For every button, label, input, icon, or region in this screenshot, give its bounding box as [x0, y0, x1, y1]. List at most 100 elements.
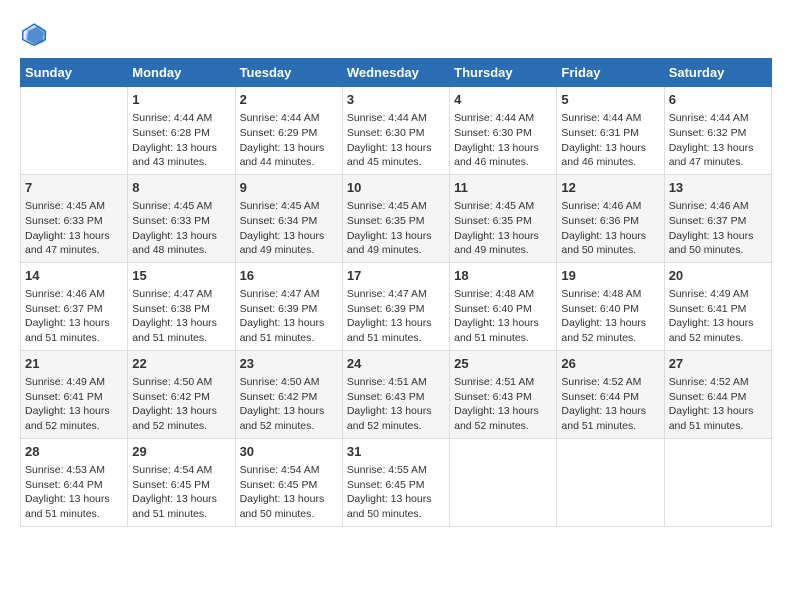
- day-of-week-header: Tuesday: [235, 59, 342, 87]
- day-detail: Sunrise: 4:49 AMSunset: 6:41 PMDaylight:…: [669, 287, 767, 346]
- calendar-cell: 15 Sunrise: 4:47 AMSunset: 6:38 PMDayligh…: [128, 262, 235, 350]
- page-header: [20, 20, 772, 48]
- calendar-cell: 25Sunrise: 4:51 AMSunset: 6:43 PMDayligh…: [450, 350, 557, 438]
- day-number: 11: [454, 179, 552, 197]
- calendar-cell: 18 Sunrise: 4:48 AMSunset: 6:40 PMDayligh…: [450, 262, 557, 350]
- day-detail: Sunrise: 4:45 AMSunset: 6:33 PMDaylight:…: [25, 199, 123, 258]
- day-detail: Sunrise: 4:48 AMSunset: 6:40 PMDaylight:…: [561, 287, 659, 346]
- day-number: 31: [347, 443, 445, 461]
- calendar-cell: 23Sunrise: 4:50 AMSunset: 6:42 PMDayligh…: [235, 350, 342, 438]
- day-detail: Sunrise: 4:45 AMSunset: 6:33 PMDaylight:…: [132, 199, 230, 258]
- day-detail: Sunrise: 4:44 AMSunset: 6:28 PMDaylight:…: [132, 111, 230, 170]
- calendar-header-row: SundayMondayTuesdayWednesdayThursdayFrid…: [21, 59, 772, 87]
- calendar-cell: 28 Sunrise: 4:53 AMSunset: 6:44 PMDayligh…: [21, 438, 128, 526]
- calendar-cell: 21Sunrise: 4:49 AMSunset: 6:41 PMDayligh…: [21, 350, 128, 438]
- calendar-cell: 31 Sunrise: 4:55 AMSunset: 6:45 PMDayligh…: [342, 438, 449, 526]
- day-number: 12: [561, 179, 659, 197]
- day-detail: Sunrise: 4:53 AMSunset: 6:44 PMDaylight:…: [25, 463, 123, 522]
- day-of-week-header: Saturday: [664, 59, 771, 87]
- calendar-cell: 26 Sunrise: 4:52 AMSunset: 6:44 PMDayligh…: [557, 350, 664, 438]
- day-detail: Sunrise: 4:50 AMSunset: 6:42 PMDaylight:…: [240, 375, 338, 434]
- day-number: 28: [25, 443, 123, 461]
- day-number: 4: [454, 91, 552, 109]
- calendar-cell: 29 Sunrise: 4:54 AMSunset: 6:45 PMDayligh…: [128, 438, 235, 526]
- day-detail: Sunrise: 4:44 AMSunset: 6:32 PMDaylight:…: [669, 111, 767, 170]
- day-number: 21: [25, 355, 123, 373]
- calendar-cell: 19 Sunrise: 4:48 AMSunset: 6:40 PMDayligh…: [557, 262, 664, 350]
- day-number: 29: [132, 443, 230, 461]
- calendar-cell: 9 Sunrise: 4:45 AMSunset: 6:34 PMDaylight…: [235, 174, 342, 262]
- day-number: 22: [132, 355, 230, 373]
- day-detail: Sunrise: 4:46 AMSunset: 6:37 PMDaylight:…: [669, 199, 767, 258]
- day-number: 26: [561, 355, 659, 373]
- day-detail: Sunrise: 4:47 AMSunset: 6:38 PMDaylight:…: [132, 287, 230, 346]
- day-detail: Sunrise: 4:55 AMSunset: 6:45 PMDaylight:…: [347, 463, 445, 522]
- day-number: 24: [347, 355, 445, 373]
- calendar-cell: 8 Sunrise: 4:45 AMSunset: 6:33 PMDaylight…: [128, 174, 235, 262]
- day-detail: Sunrise: 4:46 AMSunset: 6:37 PMDaylight:…: [25, 287, 123, 346]
- calendar-cell: 12 Sunrise: 4:46 AMSunset: 6:36 PMDayligh…: [557, 174, 664, 262]
- calendar-cell: 14 Sunrise: 4:46 AMSunset: 6:37 PMDayligh…: [21, 262, 128, 350]
- day-detail: Sunrise: 4:50 AMSunset: 6:42 PMDaylight:…: [132, 375, 230, 434]
- day-number: 13: [669, 179, 767, 197]
- calendar-cell: [21, 87, 128, 175]
- day-detail: Sunrise: 4:47 AMSunset: 6:39 PMDaylight:…: [240, 287, 338, 346]
- calendar-cell: 11 Sunrise: 4:45 AMSunset: 6:35 PMDayligh…: [450, 174, 557, 262]
- day-number: 5: [561, 91, 659, 109]
- calendar-table: SundayMondayTuesdayWednesdayThursdayFrid…: [20, 58, 772, 527]
- calendar-cell: [450, 438, 557, 526]
- day-of-week-header: Wednesday: [342, 59, 449, 87]
- day-number: 16: [240, 267, 338, 285]
- calendar-week-row: 7 Sunrise: 4:45 AMSunset: 6:33 PMDaylight…: [21, 174, 772, 262]
- calendar-cell: 5 Sunrise: 4:44 AMSunset: 6:31 PMDaylight…: [557, 87, 664, 175]
- day-detail: Sunrise: 4:52 AMSunset: 6:44 PMDaylight:…: [561, 375, 659, 434]
- calendar-cell: 27Sunrise: 4:52 AMSunset: 6:44 PMDayligh…: [664, 350, 771, 438]
- day-number: 30: [240, 443, 338, 461]
- day-detail: Sunrise: 4:54 AMSunset: 6:45 PMDaylight:…: [240, 463, 338, 522]
- day-detail: Sunrise: 4:44 AMSunset: 6:31 PMDaylight:…: [561, 111, 659, 170]
- day-detail: Sunrise: 4:51 AMSunset: 6:43 PMDaylight:…: [347, 375, 445, 434]
- day-detail: Sunrise: 4:48 AMSunset: 6:40 PMDaylight:…: [454, 287, 552, 346]
- day-detail: Sunrise: 4:47 AMSunset: 6:39 PMDaylight:…: [347, 287, 445, 346]
- calendar-cell: 13 Sunrise: 4:46 AMSunset: 6:37 PMDayligh…: [664, 174, 771, 262]
- day-number: 14: [25, 267, 123, 285]
- calendar-cell: [557, 438, 664, 526]
- calendar-cell: 24 Sunrise: 4:51 AMSunset: 6:43 PMDayligh…: [342, 350, 449, 438]
- day-detail: Sunrise: 4:45 AMSunset: 6:35 PMDaylight:…: [454, 199, 552, 258]
- day-detail: Sunrise: 4:52 AMSunset: 6:44 PMDaylight:…: [669, 375, 767, 434]
- day-number: 8: [132, 179, 230, 197]
- day-detail: Sunrise: 4:45 AMSunset: 6:35 PMDaylight:…: [347, 199, 445, 258]
- calendar-cell: 17 Sunrise: 4:47 AMSunset: 6:39 PMDayligh…: [342, 262, 449, 350]
- calendar-cell: 30 Sunrise: 4:54 AMSunset: 6:45 PMDayligh…: [235, 438, 342, 526]
- logo: [20, 20, 52, 48]
- calendar-week-row: 28 Sunrise: 4:53 AMSunset: 6:44 PMDayligh…: [21, 438, 772, 526]
- day-detail: Sunrise: 4:45 AMSunset: 6:34 PMDaylight:…: [240, 199, 338, 258]
- day-number: 17: [347, 267, 445, 285]
- day-number: 15: [132, 267, 230, 285]
- day-number: 10: [347, 179, 445, 197]
- day-number: 20: [669, 267, 767, 285]
- day-of-week-header: Monday: [128, 59, 235, 87]
- day-number: 18: [454, 267, 552, 285]
- calendar-cell: 22 Sunrise: 4:50 AMSunset: 6:42 PMDayligh…: [128, 350, 235, 438]
- day-number: 3: [347, 91, 445, 109]
- day-detail: Sunrise: 4:46 AMSunset: 6:36 PMDaylight:…: [561, 199, 659, 258]
- day-detail: Sunrise: 4:44 AMSunset: 6:30 PMDaylight:…: [347, 111, 445, 170]
- calendar-cell: 2Sunrise: 4:44 AMSunset: 6:29 PMDaylight…: [235, 87, 342, 175]
- calendar-week-row: 14 Sunrise: 4:46 AMSunset: 6:37 PMDayligh…: [21, 262, 772, 350]
- calendar-week-row: 21Sunrise: 4:49 AMSunset: 6:41 PMDayligh…: [21, 350, 772, 438]
- day-number: 2: [240, 91, 338, 109]
- calendar-cell: 1Sunrise: 4:44 AMSunset: 6:28 PMDaylight…: [128, 87, 235, 175]
- calendar-week-row: 1Sunrise: 4:44 AMSunset: 6:28 PMDaylight…: [21, 87, 772, 175]
- day-number: 7: [25, 179, 123, 197]
- day-number: 9: [240, 179, 338, 197]
- calendar-cell: [664, 438, 771, 526]
- calendar-cell: 4 Sunrise: 4:44 AMSunset: 6:30 PMDaylight…: [450, 87, 557, 175]
- calendar-cell: 3 Sunrise: 4:44 AMSunset: 6:30 PMDaylight…: [342, 87, 449, 175]
- day-detail: Sunrise: 4:54 AMSunset: 6:45 PMDaylight:…: [132, 463, 230, 522]
- day-number: 19: [561, 267, 659, 285]
- logo-icon: [20, 20, 48, 48]
- calendar-cell: 10 Sunrise: 4:45 AMSunset: 6:35 PMDayligh…: [342, 174, 449, 262]
- day-number: 6: [669, 91, 767, 109]
- day-detail: Sunrise: 4:44 AMSunset: 6:30 PMDaylight:…: [454, 111, 552, 170]
